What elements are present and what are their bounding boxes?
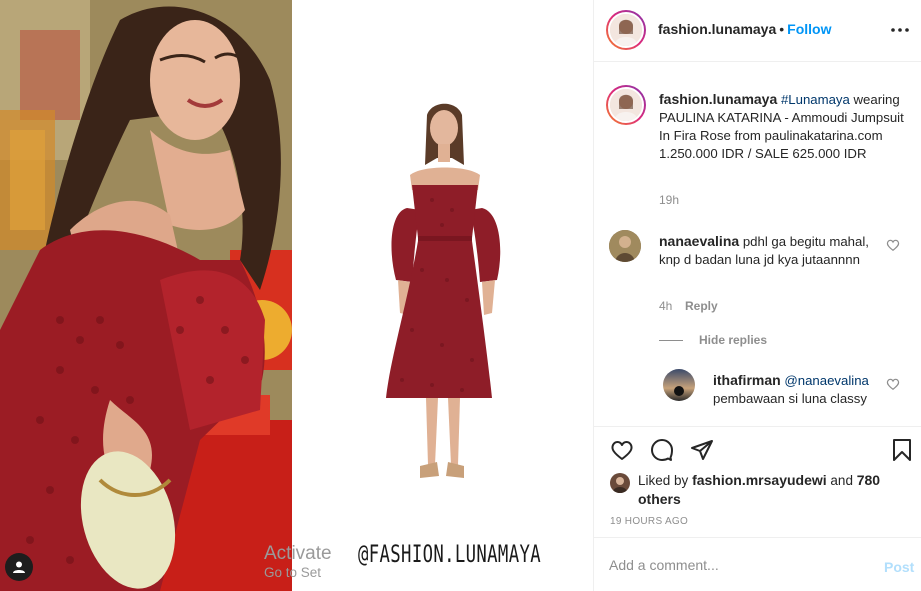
comment-like-icon[interactable] [886,238,900,252]
header-user-line: fashion.lunamaya • Follow [658,21,832,37]
post-sidebar: fashion.lunamaya • Follow fashion.lunamaya… [593,0,921,591]
comments-section[interactable]: fashion.lunamaya #Lunamaya wearing PAULI… [594,63,921,425]
comment-text: nanaevalina pdhl ga begitu mahal, knp d … [659,232,879,269]
reply-avatar[interactable] [663,369,695,401]
reply-like-icon[interactable] [886,377,900,391]
comment-time: 4h [659,299,673,313]
commenter-avatar[interactable] [609,230,641,262]
reply-mention[interactable]: @nanaevalina [784,373,869,388]
author-avatar[interactable] [606,10,646,50]
post-comment-button[interactable]: Post [884,559,914,575]
user-tag-icon[interactable] [5,553,33,581]
activation-line-1: Activate [264,543,332,564]
heart-icon[interactable] [609,437,635,463]
caption-text: fashion.lunamaya #Lunamaya wearing PAULI… [659,90,909,163]
comment-username[interactable]: nanaevalina [659,233,739,249]
caption-avatar[interactable] [606,85,646,125]
reply-username[interactable]: ithafirman [713,372,781,388]
bookmark-icon[interactable] [889,437,915,463]
follow-button[interactable]: Follow [787,21,831,37]
post-timestamp[interactable]: 19 HOURS AGO [610,516,688,527]
liker-avatar[interactable] [610,473,630,493]
likes-suffix: and [830,473,853,488]
os-activation-watermark: Activate Go to Set [264,543,332,580]
reply-text: ithafirman @nanaevalina pembawaan si lun… [713,371,883,408]
replies-divider [659,340,683,341]
add-comment-bar: Post [594,537,921,591]
caption-username[interactable]: fashion.lunamaya [659,91,777,107]
reply-button[interactable]: Reply [685,299,718,313]
author-username[interactable]: fashion.lunamaya [658,21,776,37]
hide-replies-button[interactable]: Hide replies [699,333,767,347]
photo-product-dress [292,0,593,591]
image-watermark: @FASHION.LUNAMAYA [358,540,541,568]
comment-input[interactable] [609,554,849,576]
share-icon[interactable] [689,437,715,463]
post-header: fashion.lunamaya • Follow [594,0,921,62]
caption-time[interactable]: 19h [659,193,679,207]
likes-prefix: Liked by [638,473,689,488]
liker-username[interactable]: fashion.mrsayudewi [692,472,827,488]
reply-body: pembawaan si luna classy [713,391,867,406]
post-actions: Liked by fashion.mrsayudewi and 780 othe… [594,426,921,536]
more-icon[interactable] [888,18,912,42]
photo-woman-red-dress [0,0,292,591]
caption-hashtag[interactable]: #Lunamaya [781,92,850,107]
comment-icon[interactable] [649,437,675,463]
likes-summary: Liked by fashion.mrsayudewi and 780 othe… [638,471,898,509]
post-image[interactable]: @FASHION.LUNAMAYA [0,0,593,591]
activation-line-2: Go to Set [264,565,322,580]
header-separator: • [779,21,785,37]
